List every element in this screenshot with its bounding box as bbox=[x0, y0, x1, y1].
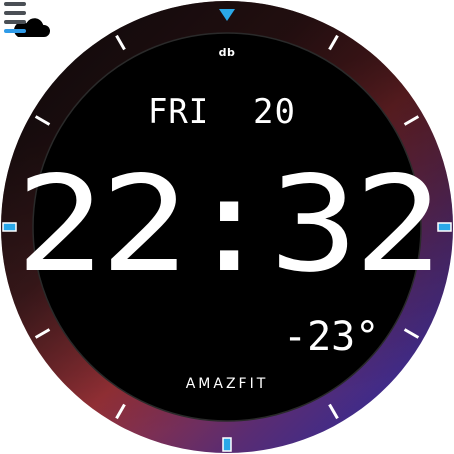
time-separator: : bbox=[184, 148, 274, 302]
battery-segment bbox=[4, 2, 26, 6]
brand-logo-bottom: AMAZFIT bbox=[185, 376, 269, 392]
time-display: 22:32 bbox=[0, 150, 454, 300]
time-minute: 32 bbox=[269, 148, 443, 302]
time-hour: 22 bbox=[15, 148, 190, 302]
temperature-value: -23° bbox=[283, 314, 380, 360]
battery-level-indicator bbox=[4, 2, 26, 33]
battery-segment bbox=[4, 11, 26, 15]
brand-logo-top: db bbox=[218, 46, 236, 59]
hour-marker-accent bbox=[222, 437, 232, 452]
date-number: 20 bbox=[253, 92, 296, 132]
watch-face: db FRI 20 22:32 -23° AMAZFIT bbox=[0, 0, 454, 454]
battery-segment bbox=[4, 20, 26, 24]
battery-segment-active bbox=[4, 29, 26, 33]
day-of-week: FRI bbox=[148, 92, 210, 132]
